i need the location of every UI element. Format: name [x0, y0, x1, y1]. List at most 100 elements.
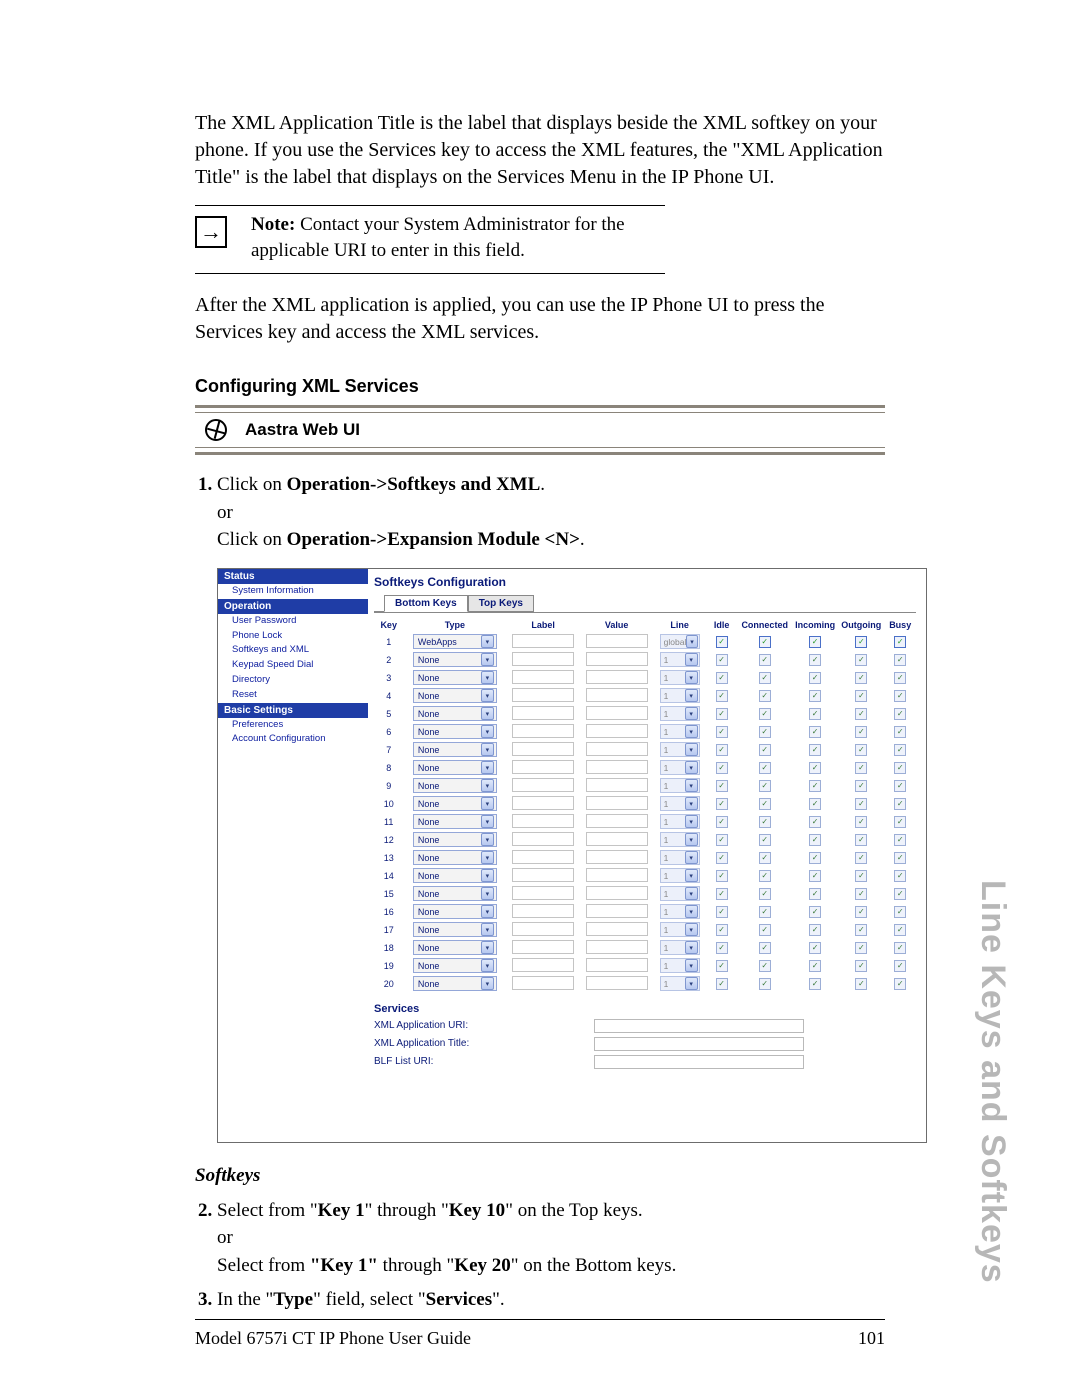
state-checkbox[interactable]: ✓ [855, 744, 867, 756]
state-checkbox[interactable]: ✓ [759, 978, 771, 990]
value-input[interactable] [586, 634, 648, 648]
state-checkbox[interactable]: ✓ [809, 672, 821, 684]
label-input[interactable] [512, 868, 574, 882]
state-checkbox[interactable]: ✓ [855, 762, 867, 774]
state-checkbox[interactable]: ✓ [759, 834, 771, 846]
label-input[interactable] [512, 850, 574, 864]
state-checkbox[interactable]: ✓ [716, 870, 728, 882]
state-checkbox[interactable]: ✓ [759, 960, 771, 972]
state-checkbox[interactable]: ✓ [894, 726, 906, 738]
state-checkbox[interactable]: ✓ [894, 636, 906, 648]
line-select[interactable]: 1▾ [660, 742, 700, 757]
label-input[interactable] [512, 922, 574, 936]
type-select[interactable]: None▾ [413, 886, 497, 901]
state-checkbox[interactable]: ✓ [894, 888, 906, 900]
state-checkbox[interactable]: ✓ [855, 870, 867, 882]
value-input[interactable] [586, 814, 648, 828]
state-checkbox[interactable]: ✓ [855, 798, 867, 810]
state-checkbox[interactable]: ✓ [894, 762, 906, 774]
value-input[interactable] [586, 742, 648, 756]
value-input[interactable] [586, 850, 648, 864]
type-select[interactable]: None▾ [413, 832, 497, 847]
state-checkbox[interactable]: ✓ [855, 906, 867, 918]
state-checkbox[interactable]: ✓ [759, 636, 771, 648]
line-select[interactable]: 1▾ [660, 688, 700, 703]
value-input[interactable] [586, 922, 648, 936]
state-checkbox[interactable]: ✓ [716, 960, 728, 972]
state-checkbox[interactable]: ✓ [716, 852, 728, 864]
line-select[interactable]: 1▾ [660, 886, 700, 901]
value-input[interactable] [586, 670, 648, 684]
state-checkbox[interactable]: ✓ [809, 798, 821, 810]
state-checkbox[interactable]: ✓ [855, 834, 867, 846]
state-checkbox[interactable]: ✓ [855, 708, 867, 720]
value-input[interactable] [586, 940, 648, 954]
label-input[interactable] [512, 904, 574, 918]
state-checkbox[interactable]: ✓ [716, 636, 728, 648]
value-input[interactable] [586, 868, 648, 882]
label-input[interactable] [512, 634, 574, 648]
sidebar-item[interactable]: Account Configuration [218, 732, 368, 747]
value-input[interactable] [586, 796, 648, 810]
label-input[interactable] [512, 940, 574, 954]
type-select[interactable]: None▾ [413, 760, 497, 775]
type-select[interactable]: None▾ [413, 778, 497, 793]
state-checkbox[interactable]: ✓ [716, 888, 728, 900]
type-select[interactable]: None▾ [413, 940, 497, 955]
label-input[interactable] [512, 652, 574, 666]
value-input[interactable] [586, 958, 648, 972]
label-input[interactable] [512, 976, 574, 990]
state-checkbox[interactable]: ✓ [894, 978, 906, 990]
state-checkbox[interactable]: ✓ [894, 924, 906, 936]
state-checkbox[interactable]: ✓ [894, 834, 906, 846]
state-checkbox[interactable]: ✓ [809, 978, 821, 990]
value-input[interactable] [586, 832, 648, 846]
line-select[interactable]: 1▾ [660, 832, 700, 847]
type-select[interactable]: None▾ [413, 976, 497, 991]
state-checkbox[interactable]: ✓ [809, 816, 821, 828]
line-select[interactable]: 1▾ [660, 904, 700, 919]
sidebar-item[interactable]: Phone Lock [218, 629, 368, 644]
state-checkbox[interactable]: ✓ [855, 654, 867, 666]
state-checkbox[interactable]: ✓ [809, 726, 821, 738]
state-checkbox[interactable]: ✓ [759, 924, 771, 936]
type-select[interactable]: None▾ [413, 850, 497, 865]
sidebar-item[interactable]: Softkeys and XML [218, 643, 368, 658]
state-checkbox[interactable]: ✓ [894, 942, 906, 954]
state-checkbox[interactable]: ✓ [716, 834, 728, 846]
label-input[interactable] [512, 958, 574, 972]
value-input[interactable] [586, 652, 648, 666]
label-input[interactable] [512, 886, 574, 900]
state-checkbox[interactable]: ✓ [894, 780, 906, 792]
type-select[interactable]: None▾ [413, 814, 497, 829]
value-input[interactable] [586, 976, 648, 990]
type-select[interactable]: None▾ [413, 922, 497, 937]
type-select[interactable]: None▾ [413, 670, 497, 685]
label-input[interactable] [512, 832, 574, 846]
type-select[interactable]: None▾ [413, 868, 497, 883]
label-input[interactable] [512, 814, 574, 828]
line-select[interactable]: 1▾ [660, 976, 700, 991]
state-checkbox[interactable]: ✓ [855, 888, 867, 900]
state-checkbox[interactable]: ✓ [809, 744, 821, 756]
label-input[interactable] [512, 742, 574, 756]
state-checkbox[interactable]: ✓ [759, 654, 771, 666]
state-checkbox[interactable]: ✓ [759, 708, 771, 720]
state-checkbox[interactable]: ✓ [809, 906, 821, 918]
line-select[interactable]: 1▾ [660, 850, 700, 865]
state-checkbox[interactable]: ✓ [759, 852, 771, 864]
state-checkbox[interactable]: ✓ [759, 690, 771, 702]
type-select[interactable]: None▾ [413, 652, 497, 667]
sidebar-item[interactable]: System Information [218, 584, 368, 599]
state-checkbox[interactable]: ✓ [855, 978, 867, 990]
value-input[interactable] [586, 778, 648, 792]
state-checkbox[interactable]: ✓ [894, 960, 906, 972]
state-checkbox[interactable]: ✓ [809, 636, 821, 648]
type-select[interactable]: None▾ [413, 706, 497, 721]
state-checkbox[interactable]: ✓ [759, 726, 771, 738]
state-checkbox[interactable]: ✓ [716, 690, 728, 702]
type-select[interactable]: None▾ [413, 796, 497, 811]
state-checkbox[interactable]: ✓ [759, 780, 771, 792]
label-input[interactable] [512, 724, 574, 738]
state-checkbox[interactable]: ✓ [855, 780, 867, 792]
